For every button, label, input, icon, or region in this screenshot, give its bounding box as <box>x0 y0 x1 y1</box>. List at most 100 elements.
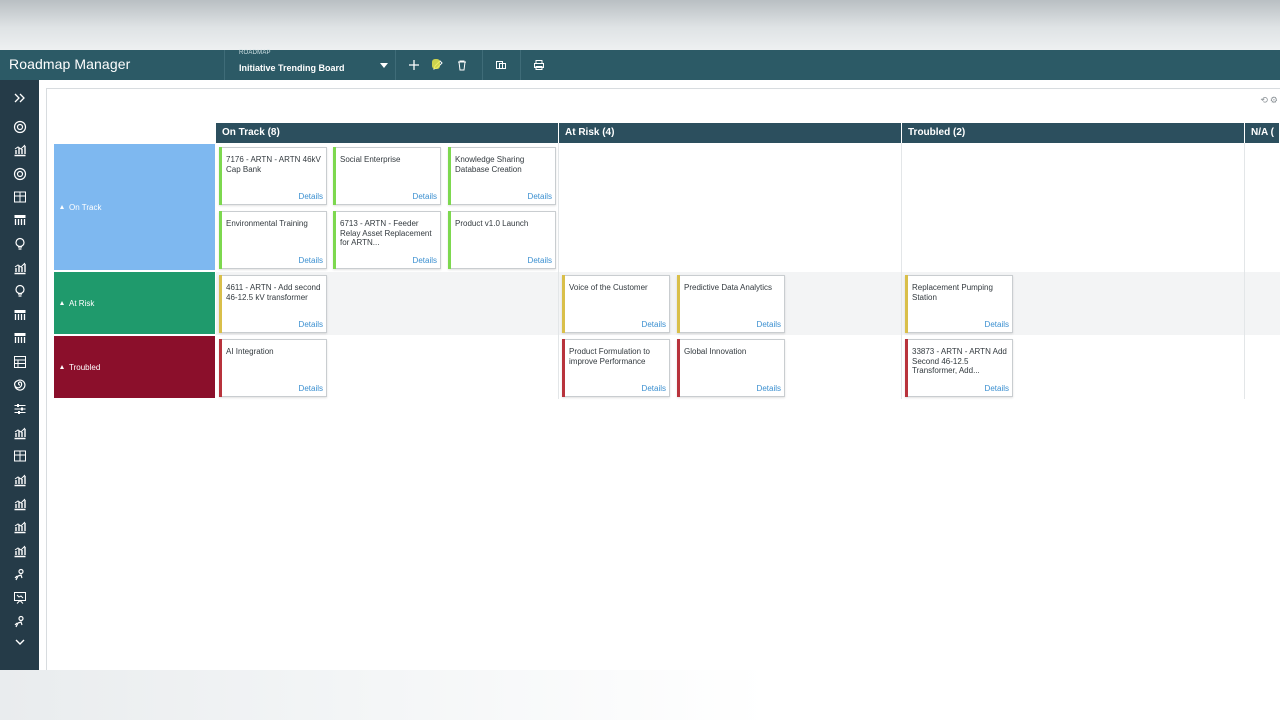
details-link[interactable]: Details <box>528 192 552 201</box>
initiative-card[interactable]: Social Enterprise Details <box>333 147 441 205</box>
initiative-card[interactable]: Replacement Pumping Station Details <box>905 275 1013 333</box>
sidebar-item-2[interactable] <box>0 139 39 161</box>
sidebar-item-12[interactable] <box>0 374 39 396</box>
status-bar <box>219 211 222 269</box>
details-link[interactable]: Details <box>299 256 323 265</box>
person-icon <box>14 568 24 581</box>
card-title: Social Enterprise <box>340 155 401 164</box>
initiative-card[interactable]: Predictive Data Analytics Details <box>677 275 785 333</box>
details-link[interactable]: Details <box>642 320 666 329</box>
details-link[interactable]: Details <box>299 320 323 329</box>
initiative-card[interactable]: 7176 - ARTN - ARTN 46kV Cap Bank Details <box>219 147 327 205</box>
sidebar-item-0[interactable] <box>0 87 39 109</box>
sidebar-item-17[interactable] <box>0 493 39 515</box>
window-bottom-background <box>0 670 1280 720</box>
status-bar <box>333 211 336 269</box>
sidebar-item-8[interactable] <box>0 280 39 302</box>
person-icon <box>14 615 24 628</box>
status-bar <box>219 275 222 333</box>
initiative-card[interactable]: 4611 - ARTN - Add second 46-12.5 kV tran… <box>219 275 327 333</box>
initiative-card[interactable]: Voice of the Customer Details <box>562 275 670 333</box>
roadmap-value: Initiative Trending Board <box>239 63 345 73</box>
sidebar-item-4[interactable] <box>0 186 39 208</box>
status-bar <box>448 147 451 205</box>
status-bar <box>905 275 908 333</box>
side-navigation <box>0 80 39 670</box>
sidebar-item-15[interactable] <box>0 445 39 467</box>
print-icon <box>534 60 544 70</box>
row-header-at-risk[interactable]: At Risk <box>54 272 215 334</box>
initiative-card[interactable]: 6713 - ARTN - Feeder Relay Asset Replace… <box>333 211 441 269</box>
sidebar-item-23[interactable] <box>0 631 39 653</box>
sidebar-item-7[interactable] <box>0 257 39 279</box>
details-link[interactable]: Details <box>413 192 437 201</box>
spiral-icon <box>13 379 26 391</box>
expand-icon <box>14 93 25 103</box>
sidebar-item-11[interactable] <box>0 351 39 373</box>
row-header-on-track[interactable]: On Track <box>54 144 215 270</box>
add-button[interactable] <box>404 55 424 75</box>
toolbar-separator <box>482 50 483 80</box>
roadmap-selector[interactable]: ROADMAP Initiative Trending Board <box>224 50 396 80</box>
sidebar-item-13[interactable] <box>0 398 39 420</box>
details-link[interactable]: Details <box>413 256 437 265</box>
row-header-troubled[interactable]: Troubled <box>54 336 215 398</box>
status-bar <box>448 211 451 269</box>
sidebar-item-18[interactable] <box>0 516 39 538</box>
chart-icon <box>14 474 26 487</box>
board-icon <box>14 215 25 225</box>
status-bar <box>219 339 222 397</box>
card-title: Knowledge Sharing Database Creation <box>455 155 525 174</box>
sidebar-item-6[interactable] <box>0 233 39 255</box>
column-header-on-track: On Track (8) <box>216 123 559 143</box>
initiative-card[interactable]: Knowledge Sharing Database Creation Deta… <box>448 147 556 205</box>
details-link[interactable]: Details <box>642 384 666 393</box>
collapse-triangle-icon[interactable] <box>60 205 64 209</box>
refresh-icon[interactable]: ⟲ <box>1260 95 1268 106</box>
column-divider <box>901 143 902 399</box>
sidebar-item-9[interactable] <box>0 304 39 326</box>
details-link[interactable]: Details <box>757 384 781 393</box>
sidebar-item-1[interactable] <box>0 116 39 138</box>
details-link[interactable]: Details <box>985 320 1009 329</box>
details-link[interactable]: Details <box>528 256 552 265</box>
card-title: Product v1.0 Launch <box>455 219 529 228</box>
sidebar-item-16[interactable] <box>0 469 39 491</box>
sliders-icon <box>14 404 25 414</box>
details-link[interactable]: Details <box>985 384 1009 393</box>
sidebar-item-20[interactable] <box>0 564 39 586</box>
initiative-card[interactable]: 33873 - ARTN - ARTN Add Second 46-12.5 T… <box>905 339 1013 397</box>
initiative-card[interactable]: Environmental Training Details <box>219 211 327 269</box>
sidebar-item-5[interactable] <box>0 209 39 231</box>
card-title: Replacement Pumping Station <box>912 283 993 302</box>
lightbulb-icon <box>14 284 25 297</box>
collapse-triangle-icon[interactable] <box>60 365 64 369</box>
details-link[interactable]: Details <box>299 384 323 393</box>
board-icon <box>14 310 25 320</box>
sidebar-item-22[interactable] <box>0 611 39 633</box>
sidebar-item-14[interactable] <box>0 422 39 444</box>
column-divider <box>1244 143 1245 399</box>
print-button[interactable] <box>529 55 549 75</box>
details-link[interactable]: Details <box>299 192 323 201</box>
copy-button[interactable] <box>491 55 511 75</box>
target-icon <box>13 120 26 134</box>
details-link[interactable]: Details <box>757 320 781 329</box>
collapse-triangle-icon[interactable] <box>60 301 64 305</box>
initiative-card[interactable]: AI Integration Details <box>219 339 327 397</box>
delete-button[interactable] <box>452 55 472 75</box>
grid-icon <box>13 191 26 203</box>
chevron-down-icon[interactable] <box>380 63 388 68</box>
sidebar-item-21[interactable] <box>0 587 39 609</box>
sidebar-item-19[interactable] <box>0 540 39 562</box>
column-header-na: N/A ( <box>1245 123 1280 143</box>
initiative-card[interactable]: Product v1.0 Launch Details <box>448 211 556 269</box>
row-label: On Track <box>69 202 102 212</box>
sidebar-item-3[interactable] <box>0 163 39 185</box>
status-bar <box>677 339 680 397</box>
initiative-card[interactable]: Product Formulation to improve Performan… <box>562 339 670 397</box>
initiative-card[interactable]: Global Innovation Details <box>677 339 785 397</box>
sidebar-item-10[interactable] <box>0 327 39 349</box>
settings-icon[interactable]: ⚙ <box>1270 95 1278 106</box>
status-bar <box>905 339 908 397</box>
